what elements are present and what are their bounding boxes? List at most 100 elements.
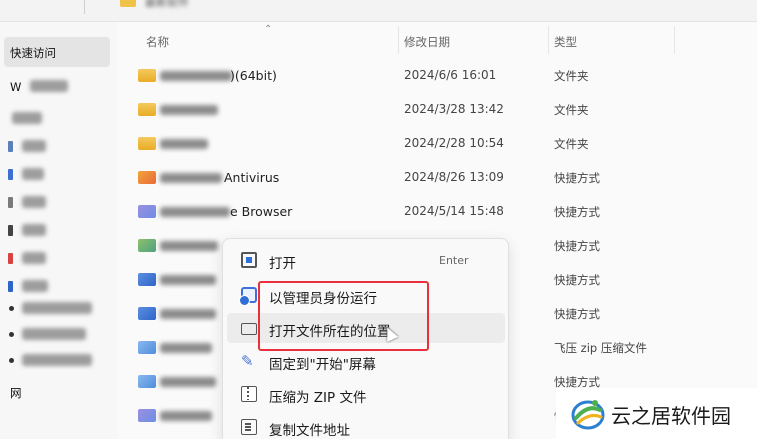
- address-bar[interactable]: 最新软件: [0, 0, 757, 22]
- nav-item[interactable]: [0, 160, 118, 188]
- menu-item-label: 压缩为 ZIP 文件: [269, 390, 367, 406]
- nav-item-quick-access[interactable]: 快速访问: [0, 37, 118, 67]
- blurred-label: [22, 140, 46, 152]
- blurred-label: [22, 302, 92, 314]
- nav-item[interactable]: [0, 132, 118, 160]
- blurred-label: [22, 354, 92, 366]
- table-row[interactable]: e Browser 2024/5/14 15:48 快捷方式: [118, 194, 757, 228]
- folder-icon: [120, 0, 136, 7]
- menu-shortcut: Enter: [439, 254, 469, 267]
- nav-item[interactable]: [0, 346, 118, 374]
- nav-item[interactable]: [0, 188, 118, 216]
- menu-item-copy-path[interactable]: 复制文件地址: [227, 412, 505, 439]
- app-shortcut-icon: [138, 375, 156, 388]
- drive-icon: [8, 225, 13, 236]
- blurred-label: [22, 252, 46, 264]
- expand-bullet-icon: [9, 332, 14, 337]
- nav-item-label: W: [10, 80, 22, 94]
- blurred-filename: [160, 343, 212, 353]
- file-date: 2024/3/28 13:42: [404, 102, 504, 116]
- blurred-filename: [160, 309, 216, 319]
- navigation-pane: 快速访问 W 网: [0, 22, 118, 439]
- blurred-filename: [160, 105, 218, 115]
- file-name: )(64bit): [230, 68, 277, 83]
- file-name: e Browser: [230, 204, 293, 219]
- drive-icon: [8, 281, 13, 292]
- table-row[interactable]: 2024/2/28 10:54 文件夹: [118, 126, 757, 160]
- nav-item[interactable]: [0, 294, 118, 322]
- table-row[interactable]: 2024/3/28 13:42 文件夹: [118, 92, 757, 126]
- blurred-filename: [160, 173, 222, 183]
- blurred-filename: [160, 241, 218, 251]
- column-header-name[interactable]: 名称: [146, 34, 169, 50]
- app-shortcut-icon: [138, 171, 156, 184]
- app-shortcut-icon: [138, 205, 156, 218]
- zip-icon: [241, 386, 257, 402]
- column-separator[interactable]: [674, 26, 675, 54]
- app-shortcut-icon: [138, 307, 156, 320]
- sort-ascending-icon[interactable]: ⌃: [264, 24, 272, 35]
- app-shortcut-icon: [138, 239, 156, 252]
- column-separator[interactable]: [398, 26, 399, 54]
- file-type: 文件夹: [554, 137, 589, 151]
- table-row[interactable]: )(64bit) 2024/6/6 16:01 文件夹: [118, 58, 757, 92]
- file-type: 快捷方式: [554, 239, 600, 253]
- expand-bullet-icon: [9, 306, 14, 311]
- nav-item-network[interactable]: 网: [0, 377, 118, 405]
- blurred-filename: [160, 275, 216, 285]
- folder-icon: [138, 103, 156, 116]
- blurred-label: [22, 224, 46, 236]
- file-type: 快捷方式: [554, 307, 600, 321]
- menu-item-compress-zip[interactable]: 压缩为 ZIP 文件: [227, 379, 505, 409]
- nav-item[interactable]: [0, 244, 118, 272]
- folder-icon: [138, 137, 156, 150]
- menu-item-label: 复制文件地址: [269, 423, 350, 439]
- annotation-highlight-box: [258, 281, 429, 351]
- pin-icon: ✎: [241, 352, 254, 370]
- menu-item-open[interactable]: 打开 Enter: [227, 245, 505, 275]
- app-shortcut-icon: [138, 273, 156, 286]
- blurred-filename: [160, 377, 216, 387]
- blurred-filename: [160, 207, 230, 217]
- blurred-filename: [160, 71, 232, 81]
- column-header-modified[interactable]: 修改日期: [404, 34, 450, 50]
- blurred-filename: [160, 139, 208, 149]
- file-type: 文件夹: [554, 103, 589, 117]
- blurred-label: [22, 168, 44, 180]
- drive-icon: [8, 169, 13, 180]
- blurred-label: [12, 112, 42, 124]
- drive-icon: [8, 253, 13, 264]
- nav-item-label: 网: [10, 386, 22, 400]
- file-date: 2024/6/6 16:01: [404, 68, 497, 82]
- admin-shield-icon: [239, 287, 257, 306]
- file-date: 2024/8/26 13:09: [404, 170, 504, 184]
- watermark-logo-icon: [571, 400, 605, 430]
- watermark: 云之居软件园: [556, 388, 757, 439]
- breadcrumb-current[interactable]: 最新软件: [145, 0, 189, 10]
- menu-item-label: 打开: [269, 256, 296, 272]
- folder-icon: [138, 69, 156, 82]
- nav-item[interactable]: [0, 320, 118, 348]
- nav-item-label: 快速访问: [10, 46, 56, 60]
- file-type: 快捷方式: [554, 273, 600, 287]
- column-separator[interactable]: [548, 26, 549, 54]
- column-header-type[interactable]: 类型: [554, 34, 577, 50]
- zip-archive-icon: [138, 341, 156, 354]
- menu-item-label: 固定到"开始"屏幕: [269, 357, 376, 373]
- blurred-label: [30, 80, 68, 92]
- table-row[interactable]: Antivirus 2024/8/26 13:09 快捷方式: [118, 160, 757, 194]
- file-date: 2024/2/28 10:54: [404, 136, 504, 150]
- copy-path-icon: [241, 419, 257, 435]
- blurred-filename: [160, 411, 212, 421]
- nav-item-w[interactable]: W: [0, 72, 118, 100]
- watermark-text: 云之居软件园: [611, 404, 731, 428]
- nav-item[interactable]: [0, 104, 118, 132]
- blurred-label: [22, 280, 48, 292]
- open-icon: [241, 252, 257, 268]
- expand-bullet-icon: [9, 358, 14, 363]
- folder-outline-icon: [241, 323, 257, 335]
- address-separator: [84, 0, 85, 14]
- file-name: Antivirus: [224, 170, 280, 185]
- file-type: 飞压 zip 压缩文件: [554, 341, 647, 355]
- nav-item[interactable]: [0, 216, 118, 244]
